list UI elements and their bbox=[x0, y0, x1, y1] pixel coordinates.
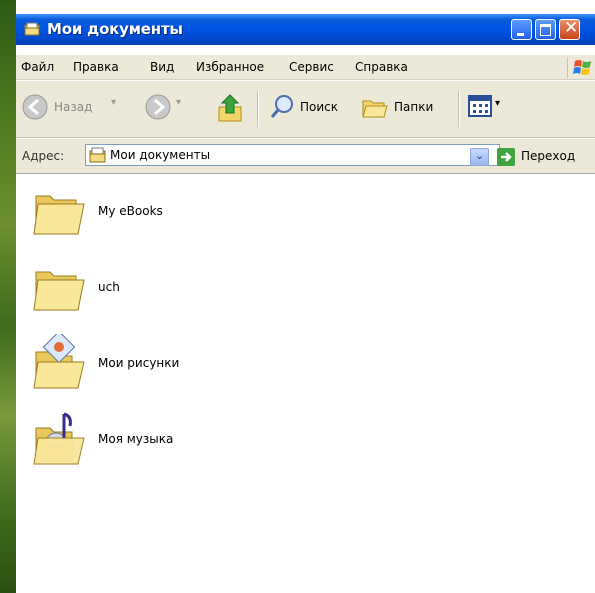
folders-icon[interactable] bbox=[360, 93, 390, 121]
pictures-folder-icon bbox=[33, 334, 85, 389]
desktop-background bbox=[0, 0, 16, 593]
window-title: Мои документы bbox=[47, 20, 183, 38]
address-dropdown-button[interactable]: ⌄ bbox=[470, 148, 489, 166]
folders-label[interactable]: Папки bbox=[394, 100, 433, 114]
list-item[interactable]: uch bbox=[32, 260, 272, 320]
list-item[interactable]: Мои рисунки bbox=[32, 334, 272, 394]
address-bar: Адрес: Мои документы ⌄ Переход bbox=[16, 139, 595, 174]
music-folder-icon bbox=[33, 412, 85, 465]
my-documents-icon bbox=[24, 22, 40, 36]
back-dropdown-icon[interactable]: ▾ bbox=[111, 97, 116, 108]
chevron-down-icon: ⌄ bbox=[475, 149, 485, 162]
toolbar: Назад ▾ ▾ Поиск Папки ▾ bbox=[16, 81, 595, 138]
menu-favorites[interactable]: Избранное bbox=[196, 60, 264, 74]
list-item[interactable]: Моя музыка bbox=[32, 410, 272, 470]
toolbar-separator bbox=[257, 91, 259, 127]
close-icon: ✕ bbox=[564, 18, 579, 38]
address-label: Адрес: bbox=[22, 149, 65, 163]
search-label[interactable]: Поиск bbox=[300, 100, 338, 114]
back-arrow-icon[interactable] bbox=[21, 93, 49, 121]
menu-help[interactable]: Справка bbox=[355, 60, 408, 74]
address-value: Мои документы bbox=[110, 148, 211, 162]
back-label[interactable]: Назад bbox=[54, 100, 92, 114]
list-item[interactable]: My eBooks bbox=[32, 184, 272, 244]
go-button-label[interactable]: Переход bbox=[521, 149, 575, 163]
forward-arrow-icon[interactable] bbox=[144, 93, 172, 121]
close-button[interactable]: ✕ bbox=[559, 18, 580, 40]
windows-logo-icon bbox=[567, 57, 595, 78]
views-dropdown-icon[interactable]: ▾ bbox=[495, 98, 500, 109]
item-label: Мои рисунки bbox=[98, 356, 180, 370]
title-bar[interactable]: Мои документы ✕ bbox=[16, 14, 595, 45]
views-icon[interactable] bbox=[468, 95, 492, 117]
item-label: uch bbox=[98, 280, 120, 294]
go-arrow-icon[interactable] bbox=[497, 148, 515, 166]
menu-file[interactable]: Файл bbox=[21, 60, 54, 74]
folder-icon bbox=[33, 195, 85, 235]
forward-dropdown-icon[interactable]: ▾ bbox=[176, 97, 181, 108]
toolbar-separator bbox=[458, 91, 460, 127]
search-icon[interactable] bbox=[269, 93, 297, 121]
menu-view[interactable]: Вид bbox=[150, 60, 174, 74]
minimize-button[interactable] bbox=[511, 19, 532, 40]
menu-tools[interactable]: Сервис bbox=[289, 60, 334, 74]
item-label: Моя музыка bbox=[98, 432, 174, 446]
item-label: My eBooks bbox=[98, 204, 163, 218]
folder-icon bbox=[33, 271, 85, 311]
explorer-window: Мои документы ✕ Файл Правка Вид Избранно… bbox=[16, 0, 595, 593]
my-documents-icon bbox=[89, 147, 106, 163]
file-list: My eBooks uch Мои рисунки Моя музыка bbox=[16, 174, 595, 593]
menu-bar: Файл Правка Вид Избранное Сервис Справка bbox=[16, 55, 595, 80]
address-field[interactable]: Мои документы bbox=[85, 144, 500, 166]
maximize-button[interactable] bbox=[535, 19, 556, 40]
up-folder-icon[interactable] bbox=[216, 93, 246, 125]
menu-edit[interactable]: Правка bbox=[73, 60, 119, 74]
